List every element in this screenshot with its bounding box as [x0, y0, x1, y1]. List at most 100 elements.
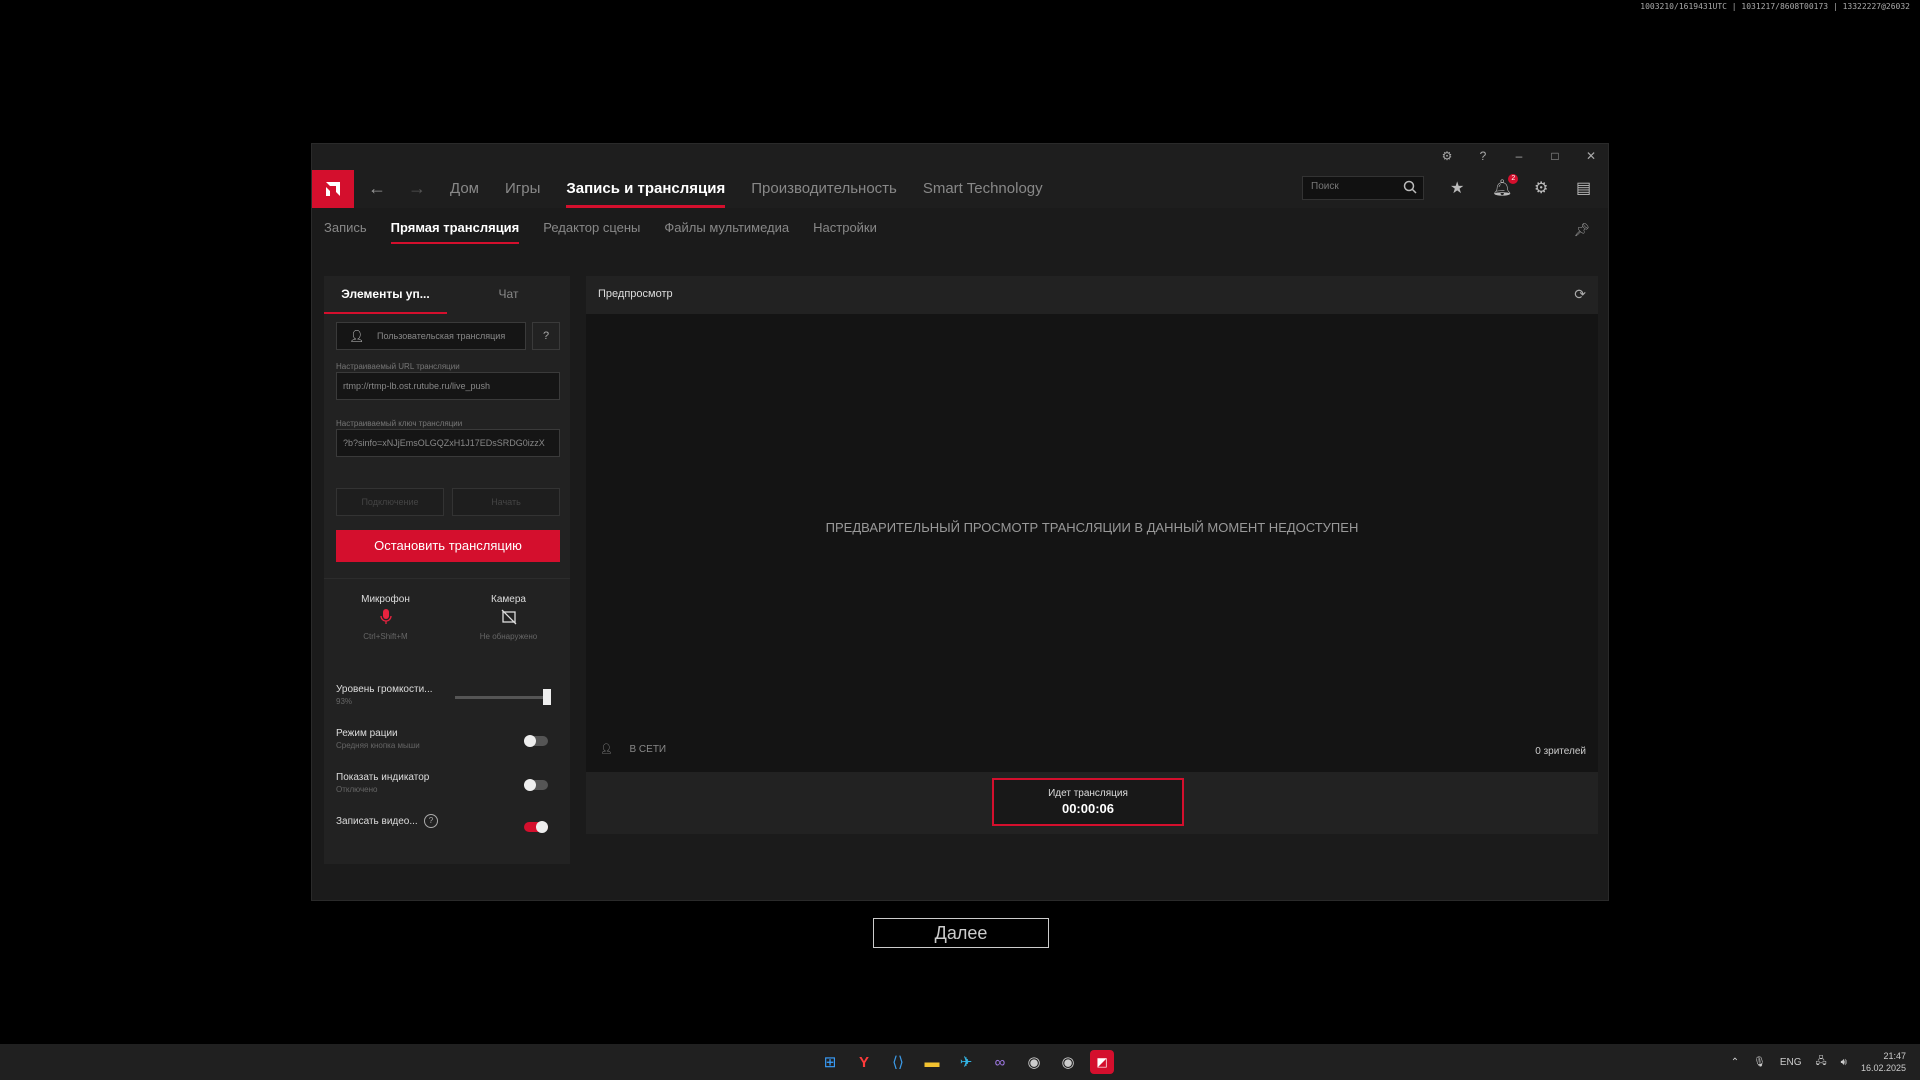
- tab-home[interactable]: Дом: [450, 170, 479, 208]
- refresh-icon[interactable]: ⟳: [1574, 286, 1586, 303]
- key-label: Настраиваемый ключ трансляции: [336, 419, 463, 428]
- search-input[interactable]: Поиск: [1302, 176, 1424, 200]
- live-status-box: Идет трансляция 00:00:06: [992, 778, 1184, 826]
- volume-icon[interactable]: 🔊︎: [1841, 1057, 1847, 1068]
- notifications-bell-icon[interactable]: 🔔︎ 2: [1492, 174, 1519, 198]
- stream-url-input[interactable]: rtmp://rtmp-lb.ost.rutube.ru/live_push: [336, 372, 560, 400]
- microphone-icon: [324, 609, 447, 628]
- back-arrow-icon[interactable]: ←: [368, 178, 386, 199]
- tab-record-stream[interactable]: Запись и трансляция: [566, 170, 725, 208]
- tray-chevron-icon[interactable]: ⌃: [1731, 1057, 1739, 1068]
- next-button[interactable]: Далее: [873, 918, 1049, 948]
- amd-software-taskbar-icon[interactable]: ◩: [1090, 1050, 1114, 1074]
- search-icon[interactable]: [1403, 180, 1417, 197]
- record-video-label: Записать видео...: [336, 816, 418, 827]
- stream-key-input[interactable]: ?b?sinfo=xNJjEmsOLGQZxH1J17EDsSRDG0izzX: [336, 429, 560, 457]
- settings-gear-icon[interactable]: ⚙: [1534, 178, 1548, 198]
- ptt-sub: Средняя кнопка мыши: [336, 741, 420, 750]
- indicator-sub: Отключено: [336, 785, 378, 794]
- ptt-label: Режим рации: [336, 728, 398, 739]
- help-circle-icon[interactable]: ?: [532, 322, 560, 350]
- subtab-scene-editor[interactable]: Редактор сцены: [543, 208, 640, 248]
- info-icon[interactable]: ?: [424, 814, 438, 828]
- sidebar-layout-icon[interactable]: ▤: [1576, 178, 1591, 198]
- taskbar: ⊞ Y ⟨⟩ ▬ ✈ ∞ ◉ ◉ ◩ ⌃ 🎙︎ ENG 🖧︎ 🔊︎ 21:47 …: [0, 1044, 1920, 1080]
- overlay-text: 1003210/1619431UTC | 1031217/8608T00173 …: [1640, 2, 1910, 11]
- subtab-live-stream[interactable]: Прямая трансляция: [390, 208, 519, 248]
- online-status-text: В СЕТИ: [629, 744, 667, 755]
- vscode-icon[interactable]: ⟨⟩: [886, 1050, 910, 1074]
- stream-service-select[interactable]: 👤︎ Пользовательская трансляция: [336, 322, 526, 350]
- tab-games[interactable]: Игры: [505, 170, 540, 208]
- language-indicator[interactable]: ENG: [1780, 1057, 1802, 1068]
- clock-date: 16.02.2025: [1860, 1063, 1906, 1073]
- preview-panel: Предпросмотр ⟳ ПРЕДВАРИТЕЛЬНЫЙ ПРОСМОТР …: [586, 276, 1598, 864]
- steam-icon[interactable]: ◉: [1022, 1050, 1046, 1074]
- clock[interactable]: 21:47 16.02.2025: [1861, 1050, 1906, 1074]
- volume-slider-thumb[interactable]: [543, 689, 551, 705]
- live-status-bar: Идет трансляция 00:00:06: [586, 772, 1598, 834]
- title-bar: ⚙ ? – □ ✕: [312, 144, 1608, 168]
- subtab-media-files[interactable]: Файлы мультимедиа: [664, 208, 789, 248]
- volume-value: 93%: [336, 697, 353, 706]
- url-label: Настраиваемый URL трансляции: [336, 362, 460, 371]
- preview-header: Предпросмотр ⟳: [586, 276, 1598, 314]
- preview-title: Предпросмотр: [598, 288, 673, 300]
- yandex-browser-icon[interactable]: Y: [852, 1050, 876, 1074]
- clock-time: 21:47: [1883, 1051, 1906, 1061]
- favorites-star-icon[interactable]: ★: [1450, 178, 1464, 198]
- cam-status: Не обнаружено: [479, 632, 538, 641]
- forward-arrow-icon[interactable]: →: [408, 178, 426, 199]
- controls-panel: Элементы уп... Чат 👤︎ Пользовательская т…: [324, 276, 570, 864]
- ptt-toggle[interactable]: [524, 735, 548, 747]
- indicator-toggle[interactable]: [524, 779, 548, 791]
- viewers-count: 0 зрителей: [1535, 746, 1586, 757]
- windows-start-icon[interactable]: ⊞: [818, 1050, 842, 1074]
- start-button[interactable]: Начать: [452, 488, 560, 516]
- tab-controls[interactable]: Элементы уп...: [324, 276, 447, 314]
- search-placeholder: Поиск: [1311, 181, 1339, 192]
- maximize-button[interactable]: □: [1546, 149, 1564, 163]
- tab-smart-technology[interactable]: Smart Technology: [923, 170, 1043, 208]
- stop-stream-button[interactable]: Остановить трансляцию: [336, 530, 560, 562]
- mic-title: Микрофон: [361, 594, 410, 605]
- minimize-button[interactable]: –: [1510, 149, 1528, 163]
- user-icon: 👤︎: [349, 329, 365, 343]
- online-status: 👤︎ В СЕТИ: [600, 744, 666, 755]
- sub-tabs: Запись Прямая трансляция Редактор сцены …: [324, 208, 877, 248]
- live-timer: 00:00:06: [1061, 801, 1115, 816]
- microphone-toggle[interactable]: Микрофон Ctrl+Shift+M: [324, 586, 447, 641]
- panel-tabs: Элементы уп... Чат: [324, 276, 570, 314]
- cam-title: Камера: [491, 594, 526, 605]
- system-tray: ⌃ 🎙︎ ENG 🖧︎ 🔊︎ 21:47 16.02.2025: [1731, 1050, 1906, 1074]
- indicator-label: Показать индикатор: [336, 772, 430, 783]
- amd-software-window: ⚙ ? – □ ✕ ← → Дом Игры Запись и трансляц…: [312, 144, 1608, 900]
- camera-off-icon: [447, 609, 570, 628]
- subtab-record[interactable]: Запись: [324, 208, 367, 248]
- taskbar-apps: ⊞ Y ⟨⟩ ▬ ✈ ∞ ◉ ◉ ◩: [818, 1050, 1114, 1074]
- preview-area: ПРЕДВАРИТЕЛЬНЫЙ ПРОСМОТР ТРАНСЛЯЦИИ В ДА…: [586, 314, 1598, 772]
- user-icon: 👤︎: [600, 744, 613, 755]
- file-explorer-icon[interactable]: ▬: [920, 1050, 944, 1074]
- mic-shortcut: Ctrl+Shift+M: [363, 632, 408, 641]
- tab-performance[interactable]: Производительность: [751, 170, 897, 208]
- visual-studio-icon[interactable]: ∞: [988, 1050, 1012, 1074]
- close-button[interactable]: ✕: [1582, 149, 1600, 163]
- telegram-icon[interactable]: ✈: [954, 1050, 978, 1074]
- window-controls: ⚙ ? – □ ✕: [1438, 144, 1600, 168]
- volume-label: Уровень громкости...: [336, 684, 433, 695]
- subtab-settings[interactable]: Настройки: [813, 208, 877, 248]
- record-video-toggle[interactable]: [524, 821, 548, 833]
- network-icon[interactable]: 🖧︎: [1815, 1054, 1826, 1071]
- tray-mic-icon[interactable]: 🎙︎: [1753, 1057, 1766, 1068]
- amd-logo-icon[interactable]: [312, 170, 354, 208]
- camera-toggle[interactable]: Камера Не обнаружено: [447, 586, 570, 641]
- steam-icon-2[interactable]: ◉: [1056, 1050, 1080, 1074]
- bug-report-icon[interactable]: ⚙: [1438, 149, 1456, 163]
- divider: [324, 578, 570, 579]
- pin-icon[interactable]: 📌︎: [1573, 222, 1590, 238]
- connect-button[interactable]: Подключение: [336, 488, 444, 516]
- tab-chat[interactable]: Чат: [447, 276, 570, 314]
- volume-slider-track[interactable]: [455, 696, 549, 699]
- help-icon[interactable]: ?: [1474, 149, 1492, 163]
